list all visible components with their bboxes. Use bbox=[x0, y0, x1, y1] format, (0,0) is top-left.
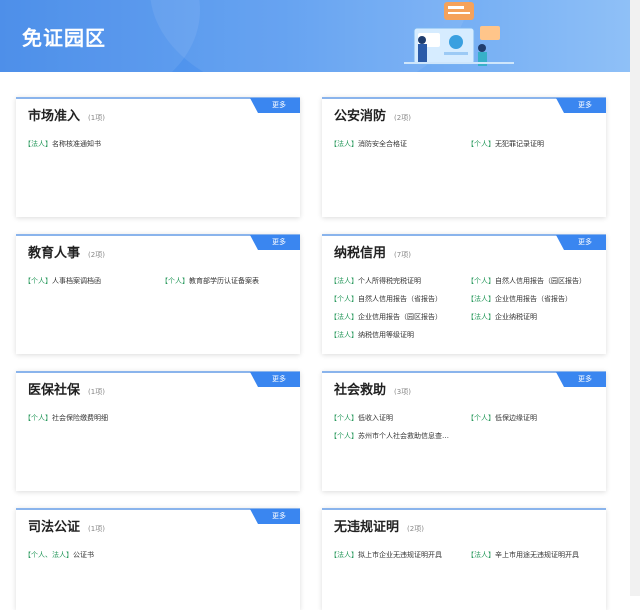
item-name: 纳税信用等级证明 bbox=[358, 331, 414, 339]
item-tag: 【个人】 bbox=[467, 414, 495, 422]
item-name: 公证书 bbox=[73, 551, 94, 559]
item-tag: 【个人】 bbox=[467, 277, 495, 285]
panel-title: 医保社保 (1项) bbox=[28, 383, 105, 398]
item-name: 人事档案调档函 bbox=[52, 277, 101, 285]
item-tag: 【法人】 bbox=[330, 551, 358, 559]
page-title: 免证园区 bbox=[22, 26, 106, 50]
list-item[interactable]: 【个人】低收入证明 bbox=[330, 413, 393, 423]
item-name: 低收入证明 bbox=[358, 414, 393, 422]
item-tag: 【法人】 bbox=[467, 551, 495, 559]
item-name: 个人所得税完税证明 bbox=[358, 277, 421, 285]
item-tag: 【个人】 bbox=[330, 295, 358, 303]
panel-judicial-notary: 司法公证 (1项) 更多 【个人、法人】公证书 bbox=[16, 508, 300, 610]
panel-title: 公安消防 (2项) bbox=[334, 109, 411, 124]
item-name: 无犯罪记录证明 bbox=[495, 140, 544, 148]
panel-title: 市场准入 (1项) bbox=[28, 109, 105, 124]
list-item[interactable]: 【个人】无犯罪记录证明 bbox=[467, 139, 544, 149]
more-button[interactable]: 更多 bbox=[250, 372, 300, 387]
panel-title: 社会救助 (3项) bbox=[334, 383, 411, 398]
item-tag: 【法人】 bbox=[467, 295, 495, 303]
list-item[interactable]: 【个人】教育部学历认证备案表 bbox=[161, 276, 259, 286]
panel-title: 教育人事 (2项) bbox=[28, 246, 105, 261]
panel-title: 司法公证 (1项) bbox=[28, 520, 105, 535]
panel-market-access: 市场准入 (1项) 更多 【法人】名称核准通知书 bbox=[16, 97, 300, 217]
item-name: 教育部学历认证备案表 bbox=[189, 277, 259, 285]
item-tag: 【个人】 bbox=[467, 140, 495, 148]
list-item[interactable]: 【个人】社会保险缴费明细 bbox=[24, 413, 108, 423]
list-item[interactable]: 【个人】自然人信用报告（园区报告） bbox=[467, 276, 586, 286]
item-tag: 【法人】 bbox=[24, 140, 52, 148]
list-item[interactable]: 【法人】辛上市用途无违规证明开具 bbox=[467, 550, 579, 560]
list-item[interactable]: 【个人】苏州市个人社会救助信息查… bbox=[330, 431, 449, 441]
item-name: 苏州市个人社会救助信息查… bbox=[358, 432, 449, 440]
item-tag: 【个人】 bbox=[161, 277, 189, 285]
list-item[interactable]: 【法人】企业纳税证明 bbox=[467, 312, 537, 322]
more-button[interactable]: 更多 bbox=[250, 98, 300, 113]
list-item[interactable]: 【法人】消防安全合格证 bbox=[330, 139, 407, 149]
panel-public-security-fire: 公安消防 (2项) 更多 【法人】消防安全合格证 【个人】无犯罪记录证明 bbox=[322, 97, 606, 217]
more-button[interactable]: 更多 bbox=[556, 98, 606, 113]
list-item[interactable]: 【法人】企业信用报告（省报告） bbox=[467, 294, 572, 304]
item-tag: 【法人】 bbox=[330, 277, 358, 285]
page-banner: 免证园区 bbox=[0, 0, 630, 72]
panel-count: (1项) bbox=[88, 114, 105, 122]
item-name: 低保边缘证明 bbox=[495, 414, 537, 422]
office-illustration-icon bbox=[404, 2, 514, 66]
list-item[interactable]: 【个人】人事档案调档函 bbox=[24, 276, 101, 286]
item-tag: 【法人】 bbox=[330, 313, 358, 321]
more-button[interactable]: 更多 bbox=[250, 235, 300, 250]
panel-count: (1项) bbox=[88, 388, 105, 396]
panel-medical-social-insurance: 医保社保 (1项) 更多 【个人】社会保险缴费明细 bbox=[16, 371, 300, 491]
list-item[interactable]: 【法人】名称核准通知书 bbox=[24, 139, 101, 149]
panel-education-personnel: 教育人事 (2项) 更多 【个人】人事档案调档函 【个人】教育部学历认证备案表 bbox=[16, 234, 300, 354]
more-button[interactable]: 更多 bbox=[556, 372, 606, 387]
item-tag: 【法人】 bbox=[467, 313, 495, 321]
list-item[interactable]: 【法人】个人所得税完税证明 bbox=[330, 276, 421, 286]
panel-social-assistance: 社会救助 (3项) 更多 【个人】低收入证明 【个人】低保边缘证明 【个人】苏州市… bbox=[322, 371, 606, 491]
item-tag: 【个人】 bbox=[24, 414, 52, 422]
panel-count: (2项) bbox=[88, 251, 105, 259]
item-name: 自然人信用报告（省报告） bbox=[358, 295, 442, 303]
item-tag: 【法人】 bbox=[330, 331, 358, 339]
list-item[interactable]: 【法人】纳税信用等级证明 bbox=[330, 330, 414, 340]
panel-title: 无违规证明 (2项) bbox=[334, 520, 424, 535]
panel-count: (2项) bbox=[407, 525, 424, 533]
list-item[interactable]: 【个人】低保边缘证明 bbox=[467, 413, 537, 423]
panel-count: (1项) bbox=[88, 525, 105, 533]
item-name: 社会保险缴费明细 bbox=[52, 414, 108, 422]
list-item[interactable]: 【个人】自然人信用报告（省报告） bbox=[330, 294, 442, 304]
page-scrollbar[interactable] bbox=[630, 0, 640, 596]
item-tag: 【个人】 bbox=[330, 432, 358, 440]
item-name: 拟上市企业无违规证明开具 bbox=[358, 551, 442, 559]
item-name: 自然人信用报告（园区报告） bbox=[495, 277, 586, 285]
item-tag: 【个人】 bbox=[330, 414, 358, 422]
item-name: 消防安全合格证 bbox=[358, 140, 407, 148]
item-tag: 【法人】 bbox=[330, 140, 358, 148]
list-item[interactable]: 【法人】拟上市企业无违规证明开具 bbox=[330, 550, 442, 560]
item-name: 辛上市用途无违规证明开具 bbox=[495, 551, 579, 559]
panel-count: (2项) bbox=[394, 114, 411, 122]
more-button[interactable]: 更多 bbox=[556, 235, 606, 250]
panel-count: (7项) bbox=[394, 251, 411, 259]
panel-tax-credit: 纳税信用 (7项) 更多 【法人】个人所得税完税证明 【个人】自然人信用报告（园区… bbox=[322, 234, 606, 354]
more-button[interactable]: 更多 bbox=[250, 509, 300, 524]
item-name: 企业信用报告（园区报告） bbox=[358, 313, 442, 321]
item-name: 企业信用报告（省报告） bbox=[495, 295, 572, 303]
panel-title: 纳税信用 (7项) bbox=[334, 246, 411, 261]
list-item[interactable]: 【个人、法人】公证书 bbox=[24, 550, 94, 560]
panel-no-violation-certificate: 无违规证明 (2项) 【法人】拟上市企业无违规证明开具 【法人】辛上市用途无违规证… bbox=[322, 508, 606, 610]
panel-count: (3项) bbox=[394, 388, 411, 396]
list-item[interactable]: 【法人】企业信用报告（园区报告） bbox=[330, 312, 442, 322]
item-tag: 【个人】 bbox=[24, 277, 52, 285]
item-tag: 【个人、法人】 bbox=[24, 551, 73, 559]
item-name: 名称核准通知书 bbox=[52, 140, 101, 148]
item-name: 企业纳税证明 bbox=[495, 313, 537, 321]
